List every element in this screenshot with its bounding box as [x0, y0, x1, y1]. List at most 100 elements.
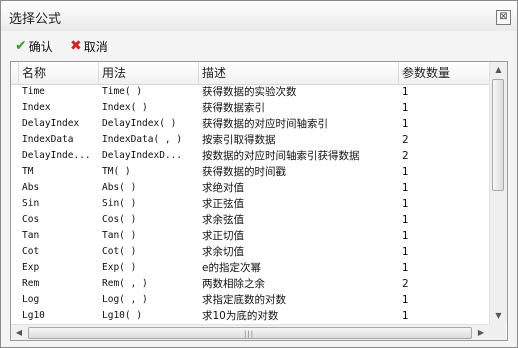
cell-name: Cos [22, 214, 40, 225]
cell-usage: Time( ) [102, 86, 143, 97]
x-icon: ✖ [70, 38, 82, 54]
cell-description: 求余切值 [202, 246, 244, 258]
table-row[interactable]: Cos Cos( ) 求余弦值 1 [11, 212, 489, 228]
cell-param-count: 1 [402, 262, 409, 274]
formula-table: 名称 用法 描述 参数数量 Time Time( ) 获得数据的实验次数 1 Index… [10, 61, 508, 341]
column-header-param-count[interactable]: 参数数量 [399, 62, 489, 84]
cell-param-count: 1 [402, 214, 409, 226]
vertical-scrollbar[interactable]: ▲ ▼ [489, 62, 507, 324]
horizontal-scroll-thumb[interactable]: ||| [28, 327, 472, 339]
cell-name: Sin [22, 198, 40, 209]
cell-usage: DelayIndex( ) [102, 118, 177, 129]
table-body: Time Time( ) 获得数据的实验次数 1 Index Index( ) 获得数据索引… [11, 84, 489, 324]
table-header: 名称 用法 描述 参数数量 [11, 62, 489, 85]
cell-name: Rem [22, 278, 40, 289]
confirm-label: 确认 [28, 39, 53, 54]
cell-usage: Exp( ) [102, 262, 137, 273]
confirm-button[interactable]: ✔ 确认 [15, 37, 53, 55]
cell-description: e的指定次幂 [202, 262, 261, 274]
scroll-left-icon[interactable]: ◀ [12, 325, 26, 340]
cell-param-count: 1 [402, 182, 409, 194]
cell-usage: Lg10( ) [102, 310, 143, 321]
table-row[interactable]: TM TM( ) 获得数据的时间戳 1 [11, 164, 489, 180]
cell-param-count: 1 [402, 118, 409, 130]
cell-usage: TM( ) [102, 166, 131, 177]
scroll-right-icon[interactable]: ▶ [474, 325, 488, 340]
cell-param-count: 1 [402, 246, 409, 258]
scroll-corner [489, 324, 506, 340]
cell-name: Abs [22, 182, 40, 193]
table-row[interactable]: Sin Sin( ) 求正弦值 1 [11, 196, 489, 212]
cancel-button[interactable]: ✖ 取消 [70, 37, 108, 55]
cell-usage: Sin( ) [102, 198, 137, 209]
close-icon[interactable]: ⊠ [496, 10, 511, 25]
table-row[interactable]: IndexData IndexData( , ) 按索引取得数据 2 [11, 132, 489, 148]
cell-description: 求余弦值 [202, 214, 244, 226]
cell-param-count: 1 [402, 230, 409, 242]
cell-name: Index [22, 102, 51, 113]
table-row[interactable]: Index Index( ) 获得数据索引 1 [11, 100, 489, 116]
formula-dialog: 选择公式 ⊠ ✔ 确认 ✖ 取消 名称 用法 描述 参数数量 Time Time(… [0, 0, 518, 348]
cell-param-count: 2 [402, 134, 409, 146]
toolbar: ✔ 确认 ✖ 取消 [1, 33, 517, 57]
cell-name: Tan [22, 230, 40, 241]
cell-description: 求正弦值 [202, 198, 244, 210]
cell-param-count: 2 [402, 150, 409, 162]
cell-description: 获得数据的时间戳 [202, 166, 286, 178]
cell-param-count: 1 [402, 294, 409, 306]
cell-name: Exp [22, 262, 40, 273]
cancel-label: 取消 [83, 39, 108, 54]
cell-param-count: 2 [402, 278, 409, 290]
cell-description: 按索引取得数据 [202, 134, 276, 146]
cell-name: IndexData [22, 134, 74, 145]
scroll-up-icon[interactable]: ▲ [490, 63, 507, 77]
cell-usage: Cos( ) [102, 214, 137, 225]
horizontal-scrollbar[interactable]: ◀ ||| ▶ [11, 324, 489, 340]
cell-usage: Cot( ) [102, 246, 137, 257]
table-row[interactable]: DelayInde... DelayIndexD... 按数据的对应时间轴索引获得数… [11, 148, 489, 164]
cell-description: 两数相除之余 [202, 278, 265, 290]
cell-name: DelayIndex [22, 118, 80, 129]
table-row[interactable]: Exp Exp( ) e的指定次幂 1 [11, 260, 489, 276]
cell-name: Log [22, 294, 40, 305]
cell-description: 求绝对值 [202, 182, 244, 194]
table-row[interactable]: Cot Cot( ) 求余切值 1 [11, 244, 489, 260]
cell-usage: Log( , ) [102, 294, 148, 305]
cell-usage: IndexData( , ) [102, 134, 183, 145]
cell-name: DelayInde... [22, 150, 91, 161]
cell-description: 求10为底的对数 [202, 310, 279, 322]
row-indicator-header [11, 62, 19, 84]
cell-usage: Rem( , ) [102, 278, 148, 289]
table-row[interactable]: Time Time( ) 获得数据的实验次数 1 [11, 84, 489, 100]
dialog-title: 选择公式 [9, 12, 62, 27]
table-row[interactable]: DelayIndex DelayIndex( ) 获得数据的对应时间轴索引 1 [11, 116, 489, 132]
table-row[interactable]: Abs Abs( ) 求绝对值 1 [11, 180, 489, 196]
table-row[interactable]: Tan Tan( ) 求正切值 1 [11, 228, 489, 244]
column-header-name[interactable]: 名称 [19, 62, 99, 84]
table-row[interactable]: Rem Rem( , ) 两数相除之余 2 [11, 276, 489, 292]
table-row[interactable]: Log Log( , ) 求指定底数的对数 1 [11, 292, 489, 308]
column-header-description[interactable]: 描述 [199, 62, 399, 84]
cell-usage: Index( ) [102, 102, 148, 113]
cell-param-count: 1 [402, 86, 409, 98]
cell-description: 获得数据的实验次数 [202, 86, 297, 98]
cell-description: 求指定底数的对数 [202, 294, 286, 306]
column-header-usage[interactable]: 用法 [99, 62, 199, 84]
cell-name: Cot [22, 246, 40, 257]
check-icon: ✔ [15, 38, 27, 54]
cell-param-count: 1 [402, 198, 409, 210]
cell-description: 按数据的对应时间轴索引获得数据 [202, 150, 360, 162]
vertical-scroll-thumb[interactable] [492, 79, 504, 191]
cell-param-count: 1 [402, 310, 409, 322]
cell-name: Lg10 [22, 310, 45, 321]
cell-description: 求正切值 [202, 230, 244, 242]
cell-name: Time [22, 86, 45, 97]
cell-usage: Tan( ) [102, 230, 137, 241]
table-row[interactable]: Lg10 Lg10( ) 求10为底的对数 1 [11, 308, 489, 324]
cell-usage: DelayIndexD... [102, 150, 183, 161]
scroll-down-icon[interactable]: ▼ [490, 309, 507, 323]
cell-param-count: 1 [402, 166, 409, 178]
cell-param-count: 1 [402, 102, 409, 114]
grip-icon: ||| [244, 330, 255, 338]
cell-name: TM [22, 166, 34, 177]
